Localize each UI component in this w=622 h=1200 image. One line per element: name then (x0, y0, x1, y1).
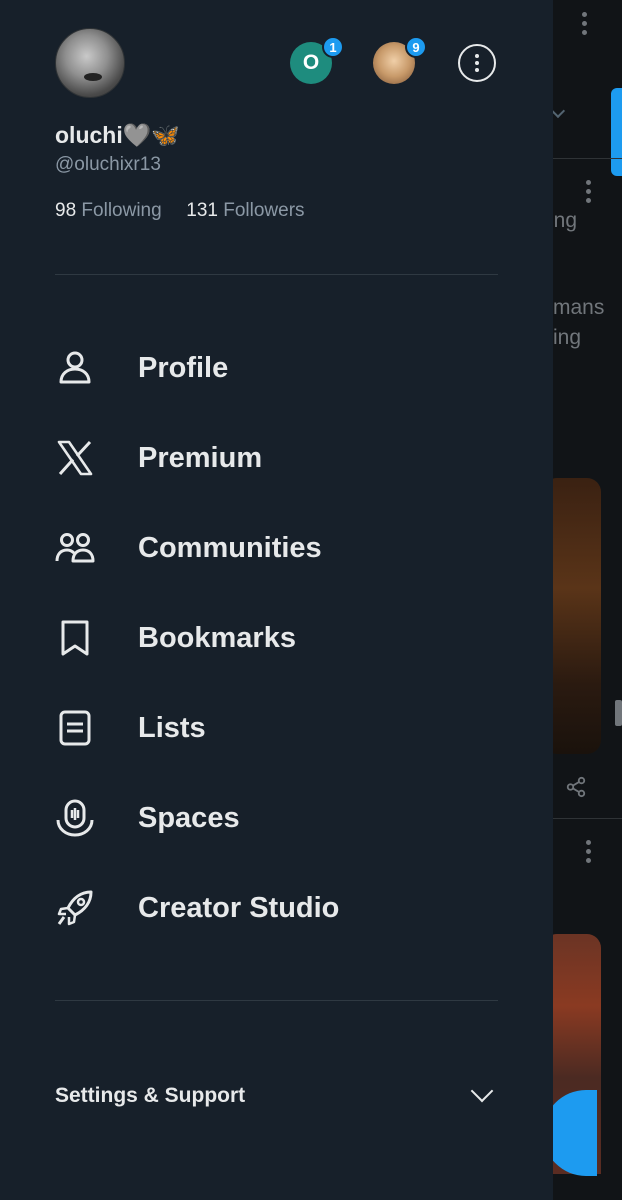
following-count: 98 (55, 200, 77, 221)
feed-edge-handle (615, 700, 622, 726)
switch-account-avatar[interactable]: 9 (373, 36, 427, 84)
feed-media-image[interactable] (553, 478, 601, 754)
notification-badge: 9 (405, 36, 427, 58)
following-link[interactable]: 98 Following (55, 200, 167, 221)
followers-label: Followers (223, 200, 305, 221)
post-more-icon[interactable] (586, 840, 592, 867)
settings-support-toggle[interactable]: Settings & Support (55, 1078, 498, 1114)
menu-item-bookmarks[interactable]: Bookmarks (55, 608, 498, 668)
x-logo-icon (55, 437, 97, 479)
list-icon (55, 707, 97, 749)
followers-link[interactable]: 131 Followers (186, 200, 304, 221)
more-options-button[interactable] (458, 44, 496, 82)
rocket-icon (55, 887, 97, 929)
menu-label: Lists (138, 711, 206, 744)
notification-badge: 1 (322, 36, 344, 58)
follow-stats: 98 Following 131 Followers (55, 200, 305, 222)
feed-chevron-icon (553, 103, 566, 119)
menu-label: Premium (138, 441, 263, 474)
microphone-icon (55, 797, 97, 839)
settings-label: Settings & Support (55, 1084, 246, 1107)
menu-item-communities[interactable]: Communities (55, 518, 498, 578)
menu-label: Spaces (138, 801, 240, 834)
menu-label: Profile (138, 351, 229, 384)
bookmark-icon (55, 617, 97, 659)
chevron-down-icon (470, 1079, 494, 1103)
feed-more-icon[interactable] (582, 12, 588, 39)
side-drawer: O 1 9 oluchi🩶🦋 @oluchixr13 98 Following … (0, 0, 553, 1200)
feed-divider (553, 818, 622, 819)
post-more-icon[interactable] (586, 180, 592, 207)
menu-label: Creator Studio (138, 891, 340, 924)
feed-divider (553, 158, 622, 159)
profile-name[interactable]: oluchi🩶🦋 (55, 122, 180, 149)
feed-scroll-indicator (611, 88, 622, 176)
background-feed: ing mans ing (553, 0, 622, 1200)
profile-handle: @oluchixr13 (55, 154, 161, 175)
menu-item-profile[interactable]: Profile (55, 338, 498, 398)
more-dot-icon (475, 68, 479, 72)
person-icon (55, 347, 97, 389)
people-icon (55, 527, 97, 569)
feed-text-fragment: mans (553, 296, 605, 319)
divider (55, 1000, 498, 1001)
feed-text-fragment: ing (553, 326, 582, 349)
more-dot-icon (475, 61, 479, 65)
share-icon[interactable] (565, 776, 587, 798)
following-label: Following (81, 200, 162, 221)
account-initial: O (302, 51, 320, 74)
switch-account-avatar[interactable]: O 1 (290, 36, 344, 84)
menu-item-premium[interactable]: Premium (55, 428, 498, 488)
divider (55, 274, 498, 275)
menu-label: Communities (138, 531, 322, 564)
avatar[interactable] (55, 28, 125, 98)
compose-fab[interactable] (553, 1090, 597, 1176)
followers-count: 131 (186, 200, 218, 221)
menu-item-spaces[interactable]: Spaces (55, 788, 498, 848)
menu-item-lists[interactable]: Lists (55, 698, 498, 758)
more-dot-icon (475, 54, 479, 58)
menu-item-creator-studio[interactable]: Creator Studio (55, 878, 498, 938)
feed-text-fragment: ing (553, 209, 578, 232)
menu-label: Bookmarks (138, 621, 296, 654)
